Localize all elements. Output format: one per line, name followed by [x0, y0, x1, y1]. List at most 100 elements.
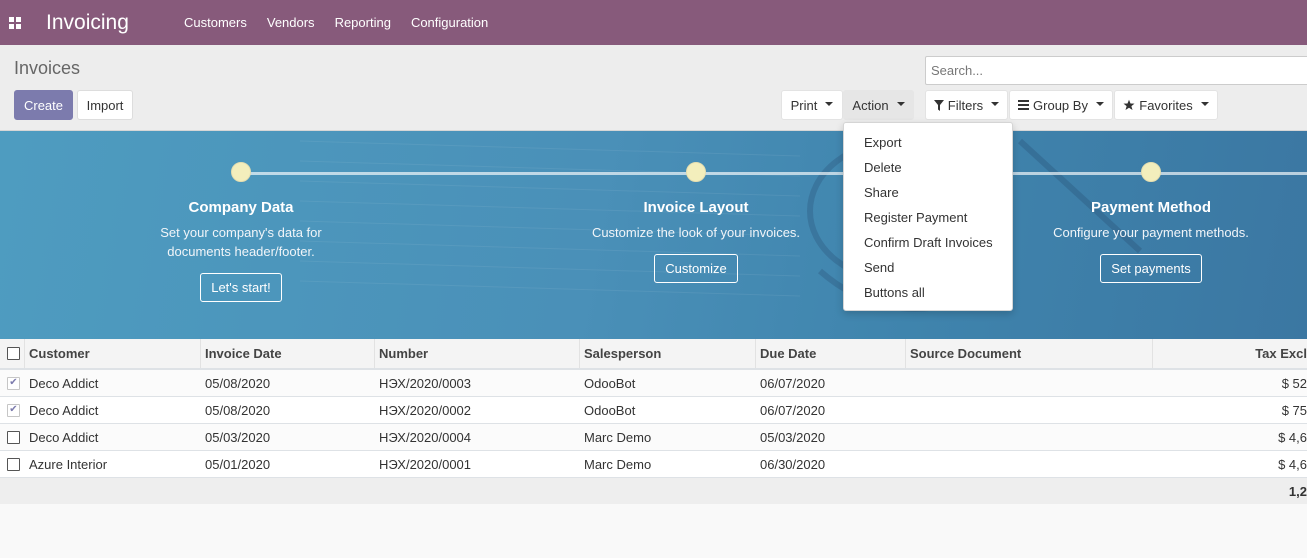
favorites-label: Favorites — [1139, 97, 1193, 113]
step-title: Company Data — [188, 199, 294, 216]
row-select-cell — [0, 424, 25, 450]
customize-button[interactable]: Customize — [654, 254, 738, 283]
onboarding-banner: Company Data Set your company's data for… — [0, 131, 1307, 339]
action-button[interactable]: Action — [843, 90, 914, 120]
cell-source-document — [906, 451, 1153, 477]
column-tax-excl[interactable]: Tax Excl — [1153, 339, 1307, 368]
cell-due-date: 06/07/2020 — [760, 402, 826, 418]
chevron-down-icon — [896, 102, 905, 106]
search-input[interactable] — [925, 56, 1307, 85]
step-title: Invoice Layout — [643, 199, 749, 216]
filters-label: Filters — [947, 97, 984, 113]
cell-tax-excl: $ 52 — [1281, 375, 1307, 391]
table-row[interactable]: Deco Addict 05/03/2020 НЭХ/2020/0004 Mar… — [0, 424, 1307, 451]
action-confirm-draft-invoices[interactable]: Confirm Draft Invoices — [844, 230, 1012, 255]
cell-customer: Deco Addict — [29, 375, 99, 391]
chevron-down-icon — [1095, 102, 1104, 106]
footer-spacer — [375, 478, 580, 504]
step-description: Set your company's data for documents he… — [131, 223, 351, 261]
column-source-document[interactable]: Source Document — [906, 339, 1153, 368]
cell-number: НЭХ/2020/0001 — [379, 456, 472, 472]
cell-salesperson: Marc Demo — [584, 456, 652, 472]
filter-icon — [933, 99, 944, 111]
cell-due-date: 06/30/2020 — [760, 456, 826, 472]
column-number[interactable]: Number — [375, 339, 580, 368]
step-description: Configure your payment methods. — [1041, 223, 1261, 242]
print-button[interactable]: Print — [781, 90, 843, 120]
import-button[interactable]: Import — [77, 90, 133, 120]
select-all-checkbox[interactable] — [6, 347, 20, 360]
cell-invoice-date: 05/03/2020 — [205, 429, 271, 445]
row-checkbox[interactable]: ✔ — [7, 376, 20, 390]
action-register-payment[interactable]: Register Payment — [844, 205, 1012, 230]
step-marker — [686, 162, 706, 182]
lets-start-button[interactable]: Let's start! — [200, 273, 282, 302]
table-row[interactable]: ✔ Deco Addict 05/08/2020 НЭХ/2020/0002 O… — [0, 397, 1307, 424]
table-row[interactable]: Azure Interior 05/01/2020 НЭХ/2020/0001 … — [0, 451, 1307, 478]
cell-tax-excl: $ 75 — [1281, 402, 1307, 418]
step-payment-method: Payment Method Configure your payment me… — [1041, 199, 1261, 283]
cell-customer: Azure Interior — [29, 456, 108, 472]
footer-spacer — [201, 478, 375, 504]
table-header: Customer Invoice Date Number Salesperson… — [0, 339, 1307, 370]
cell-tax-excl: $ 4,6 — [1278, 456, 1307, 472]
set-payments-button[interactable]: Set payments — [1100, 254, 1202, 283]
group-by-label: Group By — [1033, 97, 1088, 113]
step-description-line: Set your company's data for — [160, 225, 322, 240]
action-buttons-all[interactable]: Buttons all — [844, 280, 1012, 305]
step-description-line: documents header/footer. — [167, 244, 315, 259]
chevron-down-icon — [991, 102, 1000, 106]
cell-source-document — [906, 424, 1153, 450]
footer-spacer — [756, 478, 906, 504]
cell-tax-excl: $ 4,6 — [1278, 429, 1307, 445]
cell-number: НЭХ/2020/0002 — [379, 402, 472, 418]
menu-customers[interactable]: Customers — [174, 15, 257, 30]
favorites-button[interactable]: Favorites — [1114, 90, 1218, 120]
app-title[interactable]: Invoicing — [46, 11, 174, 35]
grid-icon[interactable] — [0, 0, 30, 45]
footer-spacer — [580, 478, 756, 504]
create-button[interactable]: Create — [14, 90, 73, 120]
cell-salesperson: Marc Demo — [584, 429, 652, 445]
invoice-table: Customer Invoice Date Number Salesperson… — [0, 339, 1307, 504]
action-label: Action — [852, 97, 889, 113]
action-send[interactable]: Send — [844, 255, 1012, 280]
action-export[interactable]: Export — [844, 130, 1012, 155]
menu-vendors[interactable]: Vendors — [257, 15, 325, 30]
table-row[interactable]: ✔ Deco Addict 05/08/2020 НЭХ/2020/0003 O… — [0, 370, 1307, 397]
column-customer[interactable]: Customer — [25, 339, 201, 368]
table-footer: 1,2 — [0, 478, 1307, 504]
cell-customer: Deco Addict — [29, 402, 99, 418]
bars-icon — [1018, 100, 1030, 110]
column-due-date[interactable]: Due Date — [756, 339, 906, 368]
row-checkbox[interactable] — [7, 457, 20, 471]
cell-due-date: 05/03/2020 — [760, 429, 826, 445]
menu-configuration[interactable]: Configuration — [401, 15, 498, 30]
step-description: Customize the look of your invoices. — [586, 223, 806, 242]
chevron-down-icon — [1200, 102, 1209, 106]
row-checkbox[interactable]: ✔ — [7, 403, 20, 417]
cell-source-document — [906, 370, 1153, 396]
column-salesperson[interactable]: Salesperson — [580, 339, 756, 368]
cell-invoice-date: 05/08/2020 — [205, 375, 271, 391]
top-menu: Customers Vendors Reporting Configuratio… — [174, 15, 498, 30]
cell-due-date: 06/07/2020 — [760, 375, 826, 391]
action-share[interactable]: Share — [844, 180, 1012, 205]
step-invoice-layout: Invoice Layout Customize the look of you… — [586, 199, 806, 283]
row-checkbox[interactable] — [7, 430, 20, 444]
column-invoice-date[interactable]: Invoice Date — [201, 339, 375, 368]
footer-spacer — [25, 478, 201, 504]
row-select-cell — [0, 451, 25, 477]
action-delete[interactable]: Delete — [844, 155, 1012, 180]
cell-source-document — [906, 397, 1153, 423]
group-by-button[interactable]: Group By — [1009, 90, 1113, 120]
chevron-down-icon — [825, 102, 834, 106]
action-dropdown-menu: Export Delete Share Register Payment Con… — [843, 122, 1013, 311]
menu-reporting[interactable]: Reporting — [325, 15, 401, 30]
star-icon — [1123, 99, 1135, 111]
cell-number: НЭХ/2020/0003 — [379, 375, 472, 391]
step-title: Payment Method — [1090, 199, 1211, 216]
filters-button[interactable]: Filters — [925, 90, 1008, 120]
row-select-cell: ✔ — [0, 370, 25, 396]
footer-spacer — [0, 478, 25, 504]
